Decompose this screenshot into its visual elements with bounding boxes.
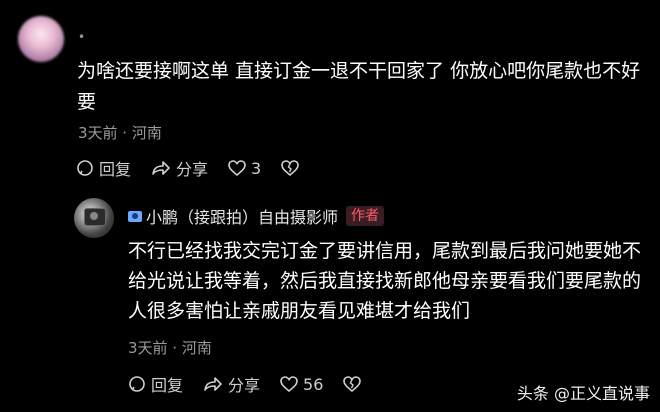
camera-emoji-icon <box>128 210 142 222</box>
broken-heart-icon <box>281 159 300 176</box>
reply-button[interactable]: 回复 <box>128 372 183 396</box>
author-badge: 作者 <box>346 206 385 226</box>
reply-label: 回复 <box>151 376 184 395</box>
comment-actions: 回复 分享 56 <box>128 372 386 396</box>
like-button[interactable]: 3 <box>228 159 261 178</box>
watermark: 头条 @正义直说事 <box>516 384 650 403</box>
share-label: 分享 <box>176 160 209 179</box>
share-icon <box>204 377 222 391</box>
comment-meta: 3天前 · 河南 <box>128 339 212 357</box>
reply-icon <box>77 160 93 176</box>
broken-heart-icon <box>343 375 362 392</box>
share-button[interactable]: 分享 <box>151 156 208 180</box>
heart-icon <box>228 159 246 176</box>
comment-actions: 回复 分享 3 <box>76 156 324 180</box>
comment-meta: 3天前 · 河南 <box>78 124 162 142</box>
lens-icon <box>90 212 98 220</box>
heart-icon <box>280 375 298 392</box>
username[interactable]: • <box>78 30 85 44</box>
like-button[interactable]: 56 <box>280 375 323 394</box>
dislike-button[interactable] <box>281 159 304 177</box>
like-count: 3 <box>251 158 262 178</box>
reply-label: 回复 <box>99 160 132 179</box>
reply-button[interactable]: 回复 <box>76 156 131 180</box>
reply-icon <box>129 376 145 392</box>
like-count: 56 <box>303 374 324 394</box>
dislike-button[interactable] <box>343 375 366 393</box>
share-button[interactable]: 分享 <box>203 372 260 396</box>
share-icon <box>152 161 170 175</box>
username[interactable]: 小鹏（接跟拍）自由摄影师 <box>146 204 338 228</box>
avatar[interactable] <box>18 16 64 62</box>
comment-text: 不行已经找我交完订金了要讲信用，尾款到最后我问她要她不给光说让我等着，然后我直接… <box>128 240 642 322</box>
comment-text: 为啥还要接啊这单 直接订金一退不干回家了 你放心吧你尾款也不好要 <box>77 60 641 113</box>
reply-header: 小鹏（接跟拍）自由摄影师 作者 <box>128 204 385 228</box>
share-label: 分享 <box>228 376 261 395</box>
